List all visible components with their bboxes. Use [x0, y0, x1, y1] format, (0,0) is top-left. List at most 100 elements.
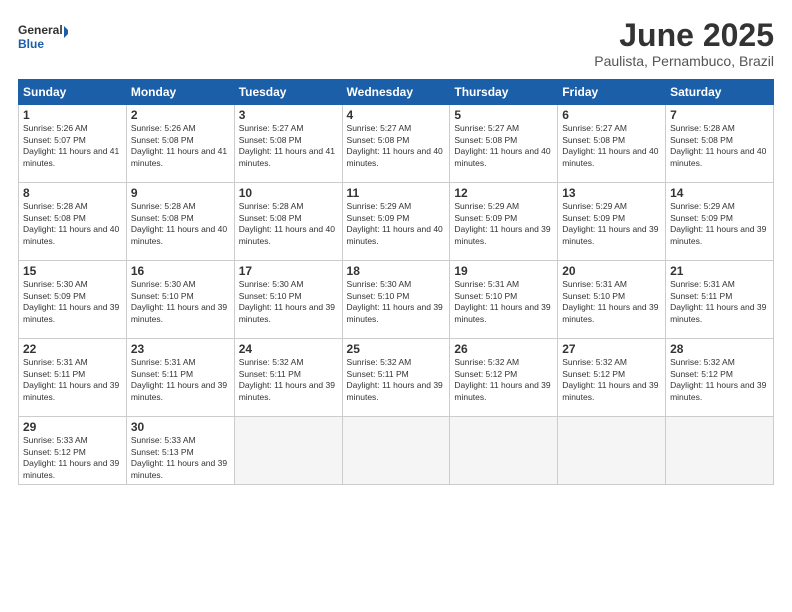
col-tuesday: Tuesday: [234, 80, 342, 105]
day-number: 14: [670, 186, 769, 200]
day-number: 7: [670, 108, 769, 122]
day-number: 20: [562, 264, 661, 278]
day-number: 18: [347, 264, 446, 278]
calendar-cell: 12 Sunrise: 5:29 AMSunset: 5:09 PMDaylig…: [450, 183, 558, 261]
day-number: 11: [347, 186, 446, 200]
calendar-cell: 7 Sunrise: 5:28 AMSunset: 5:08 PMDayligh…: [666, 105, 774, 183]
logo: General Blue: [18, 18, 68, 54]
day-number: 12: [454, 186, 553, 200]
day-info: Sunrise: 5:27 AMSunset: 5:08 PMDaylight:…: [562, 123, 661, 169]
logo-svg: General Blue: [18, 18, 68, 54]
calendar-cell: [342, 417, 450, 485]
calendar-cell: 26 Sunrise: 5:32 AMSunset: 5:12 PMDaylig…: [450, 339, 558, 417]
day-number: 9: [131, 186, 230, 200]
calendar-cell: 3 Sunrise: 5:27 AMSunset: 5:08 PMDayligh…: [234, 105, 342, 183]
day-info: Sunrise: 5:31 AMSunset: 5:11 PMDaylight:…: [131, 357, 230, 403]
day-number: 26: [454, 342, 553, 356]
day-number: 30: [131, 420, 230, 434]
calendar-cell: 14 Sunrise: 5:29 AMSunset: 5:09 PMDaylig…: [666, 183, 774, 261]
col-thursday: Thursday: [450, 80, 558, 105]
calendar-subtitle: Paulista, Pernambuco, Brazil: [594, 53, 774, 69]
day-info: Sunrise: 5:28 AMSunset: 5:08 PMDaylight:…: [239, 201, 338, 247]
calendar-header-row: Sunday Monday Tuesday Wednesday Thursday…: [19, 80, 774, 105]
day-info: Sunrise: 5:28 AMSunset: 5:08 PMDaylight:…: [131, 201, 230, 247]
day-number: 10: [239, 186, 338, 200]
day-number: 28: [670, 342, 769, 356]
day-number: 8: [23, 186, 122, 200]
calendar-cell: [234, 417, 342, 485]
col-friday: Friday: [558, 80, 666, 105]
calendar-week-row: 29 Sunrise: 5:33 AMSunset: 5:12 PMDaylig…: [19, 417, 774, 485]
calendar-cell: 19 Sunrise: 5:31 AMSunset: 5:10 PMDaylig…: [450, 261, 558, 339]
calendar-cell: 1 Sunrise: 5:26 AMSunset: 5:07 PMDayligh…: [19, 105, 127, 183]
calendar-cell: 30 Sunrise: 5:33 AMSunset: 5:13 PMDaylig…: [126, 417, 234, 485]
calendar-cell: 29 Sunrise: 5:33 AMSunset: 5:12 PMDaylig…: [19, 417, 127, 485]
day-info: Sunrise: 5:30 AMSunset: 5:10 PMDaylight:…: [347, 279, 446, 325]
calendar-week-row: 8 Sunrise: 5:28 AMSunset: 5:08 PMDayligh…: [19, 183, 774, 261]
calendar-cell: 28 Sunrise: 5:32 AMSunset: 5:12 PMDaylig…: [666, 339, 774, 417]
day-number: 27: [562, 342, 661, 356]
day-number: 3: [239, 108, 338, 122]
day-info: Sunrise: 5:32 AMSunset: 5:12 PMDaylight:…: [454, 357, 553, 403]
day-number: 29: [23, 420, 122, 434]
calendar-week-row: 15 Sunrise: 5:30 AMSunset: 5:09 PMDaylig…: [19, 261, 774, 339]
calendar-cell: 4 Sunrise: 5:27 AMSunset: 5:08 PMDayligh…: [342, 105, 450, 183]
calendar-cell: 20 Sunrise: 5:31 AMSunset: 5:10 PMDaylig…: [558, 261, 666, 339]
calendar-cell: 16 Sunrise: 5:30 AMSunset: 5:10 PMDaylig…: [126, 261, 234, 339]
calendar-week-row: 1 Sunrise: 5:26 AMSunset: 5:07 PMDayligh…: [19, 105, 774, 183]
calendar-cell: [558, 417, 666, 485]
day-number: 24: [239, 342, 338, 356]
calendar-cell: 24 Sunrise: 5:32 AMSunset: 5:11 PMDaylig…: [234, 339, 342, 417]
day-info: Sunrise: 5:32 AMSunset: 5:12 PMDaylight:…: [562, 357, 661, 403]
calendar-cell: [666, 417, 774, 485]
page: General Blue June 2025 Paulista, Pernamb…: [0, 0, 792, 612]
day-info: Sunrise: 5:26 AMSunset: 5:08 PMDaylight:…: [131, 123, 230, 169]
calendar-cell: 6 Sunrise: 5:27 AMSunset: 5:08 PMDayligh…: [558, 105, 666, 183]
day-info: Sunrise: 5:31 AMSunset: 5:11 PMDaylight:…: [670, 279, 769, 325]
day-info: Sunrise: 5:33 AMSunset: 5:12 PMDaylight:…: [23, 435, 122, 481]
header: General Blue June 2025 Paulista, Pernamb…: [18, 18, 774, 69]
day-info: Sunrise: 5:31 AMSunset: 5:11 PMDaylight:…: [23, 357, 122, 403]
calendar-cell: 5 Sunrise: 5:27 AMSunset: 5:08 PMDayligh…: [450, 105, 558, 183]
calendar-cell: 10 Sunrise: 5:28 AMSunset: 5:08 PMDaylig…: [234, 183, 342, 261]
calendar-cell: 17 Sunrise: 5:30 AMSunset: 5:10 PMDaylig…: [234, 261, 342, 339]
day-info: Sunrise: 5:29 AMSunset: 5:09 PMDaylight:…: [670, 201, 769, 247]
day-info: Sunrise: 5:27 AMSunset: 5:08 PMDaylight:…: [239, 123, 338, 169]
day-number: 22: [23, 342, 122, 356]
calendar-cell: 21 Sunrise: 5:31 AMSunset: 5:11 PMDaylig…: [666, 261, 774, 339]
day-number: 5: [454, 108, 553, 122]
title-block: June 2025 Paulista, Pernambuco, Brazil: [594, 18, 774, 69]
day-number: 23: [131, 342, 230, 356]
day-info: Sunrise: 5:27 AMSunset: 5:08 PMDaylight:…: [347, 123, 446, 169]
col-monday: Monday: [126, 80, 234, 105]
day-number: 6: [562, 108, 661, 122]
day-info: Sunrise: 5:30 AMSunset: 5:10 PMDaylight:…: [131, 279, 230, 325]
day-info: Sunrise: 5:32 AMSunset: 5:12 PMDaylight:…: [670, 357, 769, 403]
calendar-cell: 25 Sunrise: 5:32 AMSunset: 5:11 PMDaylig…: [342, 339, 450, 417]
day-info: Sunrise: 5:27 AMSunset: 5:08 PMDaylight:…: [454, 123, 553, 169]
day-number: 19: [454, 264, 553, 278]
day-info: Sunrise: 5:32 AMSunset: 5:11 PMDaylight:…: [239, 357, 338, 403]
day-number: 15: [23, 264, 122, 278]
col-sunday: Sunday: [19, 80, 127, 105]
day-number: 25: [347, 342, 446, 356]
calendar-title: June 2025: [594, 18, 774, 53]
calendar-cell: 15 Sunrise: 5:30 AMSunset: 5:09 PMDaylig…: [19, 261, 127, 339]
day-number: 16: [131, 264, 230, 278]
calendar-cell: [450, 417, 558, 485]
calendar-cell: 13 Sunrise: 5:29 AMSunset: 5:09 PMDaylig…: [558, 183, 666, 261]
day-number: 1: [23, 108, 122, 122]
svg-text:General: General: [18, 23, 63, 37]
calendar-table: Sunday Monday Tuesday Wednesday Thursday…: [18, 79, 774, 485]
calendar-cell: 23 Sunrise: 5:31 AMSunset: 5:11 PMDaylig…: [126, 339, 234, 417]
col-saturday: Saturday: [666, 80, 774, 105]
day-info: Sunrise: 5:33 AMSunset: 5:13 PMDaylight:…: [131, 435, 230, 481]
day-info: Sunrise: 5:29 AMSunset: 5:09 PMDaylight:…: [562, 201, 661, 247]
day-number: 4: [347, 108, 446, 122]
day-info: Sunrise: 5:29 AMSunset: 5:09 PMDaylight:…: [454, 201, 553, 247]
day-info: Sunrise: 5:29 AMSunset: 5:09 PMDaylight:…: [347, 201, 446, 247]
day-info: Sunrise: 5:31 AMSunset: 5:10 PMDaylight:…: [562, 279, 661, 325]
day-number: 21: [670, 264, 769, 278]
day-info: Sunrise: 5:26 AMSunset: 5:07 PMDaylight:…: [23, 123, 122, 169]
calendar-cell: 2 Sunrise: 5:26 AMSunset: 5:08 PMDayligh…: [126, 105, 234, 183]
